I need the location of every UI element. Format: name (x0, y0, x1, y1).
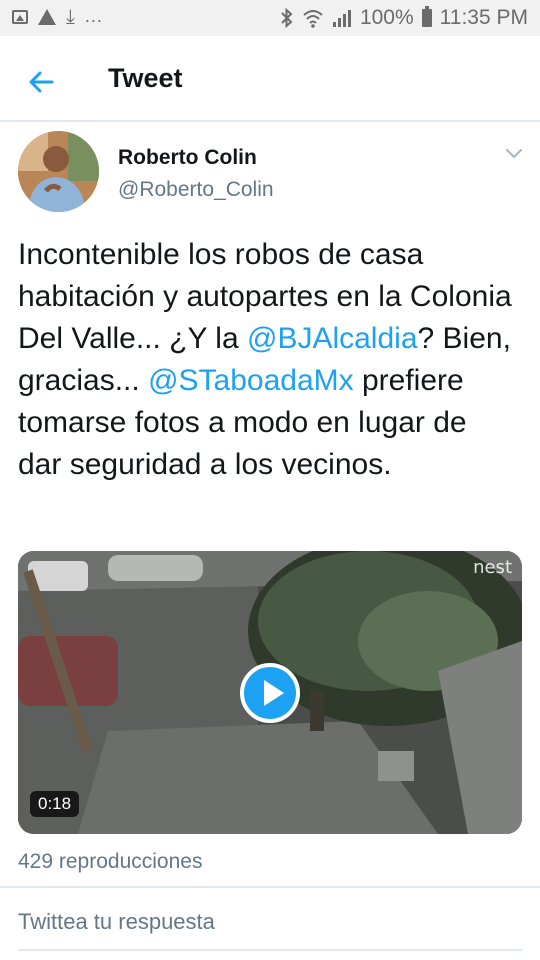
play-button[interactable] (240, 663, 300, 723)
download-icon: ⤓ (66, 5, 75, 28)
video-player[interactable]: nest 0:18 (18, 551, 522, 834)
status-bar-left: ⤓ ... (12, 6, 103, 27)
wifi-icon (303, 10, 323, 28)
page-title: Tweet (108, 63, 183, 93)
status-bar: ⤓ ... 100% 11:35 PM (0, 0, 540, 36)
view-count: 429 reproducciones (18, 850, 203, 873)
arrow-left-icon (29, 71, 54, 93)
tweet-text: Incontenible los robos de casa habitació… (18, 234, 518, 486)
battery-icon (421, 6, 432, 27)
battery-percent: 100% (359, 6, 414, 29)
reply-input[interactable] (18, 905, 522, 951)
tweet-menu-button[interactable] (503, 145, 525, 163)
clock: 11:35 PM (439, 6, 528, 29)
mention-link[interactable]: @BJAlcaldia (247, 322, 418, 355)
mention-link[interactable]: @STaboadaMx (148, 364, 354, 397)
image-icon (12, 9, 28, 24)
avatar[interactable] (18, 131, 99, 212)
warning-icon (38, 8, 56, 25)
author-name[interactable]: Roberto Colin (118, 146, 257, 170)
overflow-indicator: ... (84, 6, 103, 26)
signal-icon (332, 10, 351, 27)
app-bar: Tweet (0, 36, 540, 122)
video-duration: 0:18 (30, 791, 80, 817)
bluetooth-icon (281, 8, 293, 28)
divider (0, 886, 540, 888)
author-handle[interactable]: @Roberto_Colin (118, 178, 274, 202)
back-button[interactable] (22, 62, 62, 102)
video-watermark: nest (473, 557, 512, 578)
avatar-image (18, 131, 99, 212)
status-bar-right: 100% 11:35 PM (280, 6, 528, 30)
chevron-down-icon (505, 148, 523, 159)
